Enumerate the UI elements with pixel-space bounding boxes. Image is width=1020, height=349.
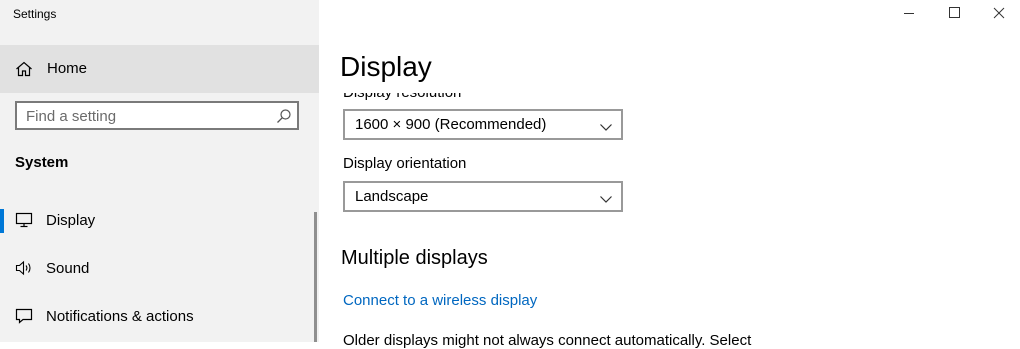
- minimize-button[interactable]: [886, 0, 932, 28]
- multiple-displays-heading: Multiple displays: [341, 247, 488, 269]
- maximize-icon: [932, 7, 978, 32]
- sidebar-item-label: Notifications & actions: [46, 308, 194, 325]
- connect-wireless-display-link[interactable]: Connect to a wireless display: [343, 292, 537, 309]
- monitor-icon: [15, 212, 33, 228]
- chevron-down-icon: [599, 119, 613, 131]
- chevron-down-icon: [599, 191, 613, 203]
- sidebar-item-notifications[interactable]: Notifications & actions: [0, 295, 314, 339]
- speaker-icon: [15, 260, 33, 276]
- sidebar-item-label: Sound: [46, 260, 90, 277]
- page-title-text: Display: [340, 51, 432, 82]
- sidebar: Settings Home System Displ: [0, 0, 319, 342]
- close-button[interactable]: [978, 0, 1020, 28]
- sidebar-item-home[interactable]: Home: [0, 45, 319, 93]
- sidebar-item-label: Home: [47, 60, 88, 77]
- minimize-icon: [886, 13, 932, 32]
- selection-indicator: [0, 209, 4, 233]
- sidebar-section-system: System: [15, 154, 69, 171]
- dropdown-value: Landscape: [355, 188, 429, 205]
- page-title: Display: [340, 51, 1000, 93]
- main-content: Display resolution Display 1600 × 900 (R…: [319, 0, 1020, 349]
- multiple-displays-description: Older displays might not always connect …: [343, 332, 752, 349]
- home-icon: [15, 61, 33, 77]
- sidebar-scrollbar[interactable]: [314, 212, 317, 342]
- display-resolution-dropdown[interactable]: 1600 × 900 (Recommended): [343, 109, 623, 140]
- search-box[interactable]: [15, 101, 299, 130]
- close-icon: [978, 7, 1020, 32]
- notification-icon: [15, 308, 33, 324]
- dropdown-value: 1600 × 900 (Recommended): [355, 116, 547, 133]
- sidebar-item-sound[interactable]: Sound: [0, 247, 314, 291]
- display-orientation-label: Display orientation: [343, 155, 467, 172]
- sidebar-item-display[interactable]: Display: [0, 199, 314, 243]
- sidebar-item-label: Display: [46, 212, 96, 229]
- search-icon[interactable]: [276, 108, 292, 124]
- window-title: Settings: [13, 7, 57, 21]
- search-input[interactable]: [26, 107, 266, 125]
- maximize-button[interactable]: [932, 0, 978, 28]
- display-orientation-dropdown[interactable]: Landscape: [343, 181, 623, 212]
